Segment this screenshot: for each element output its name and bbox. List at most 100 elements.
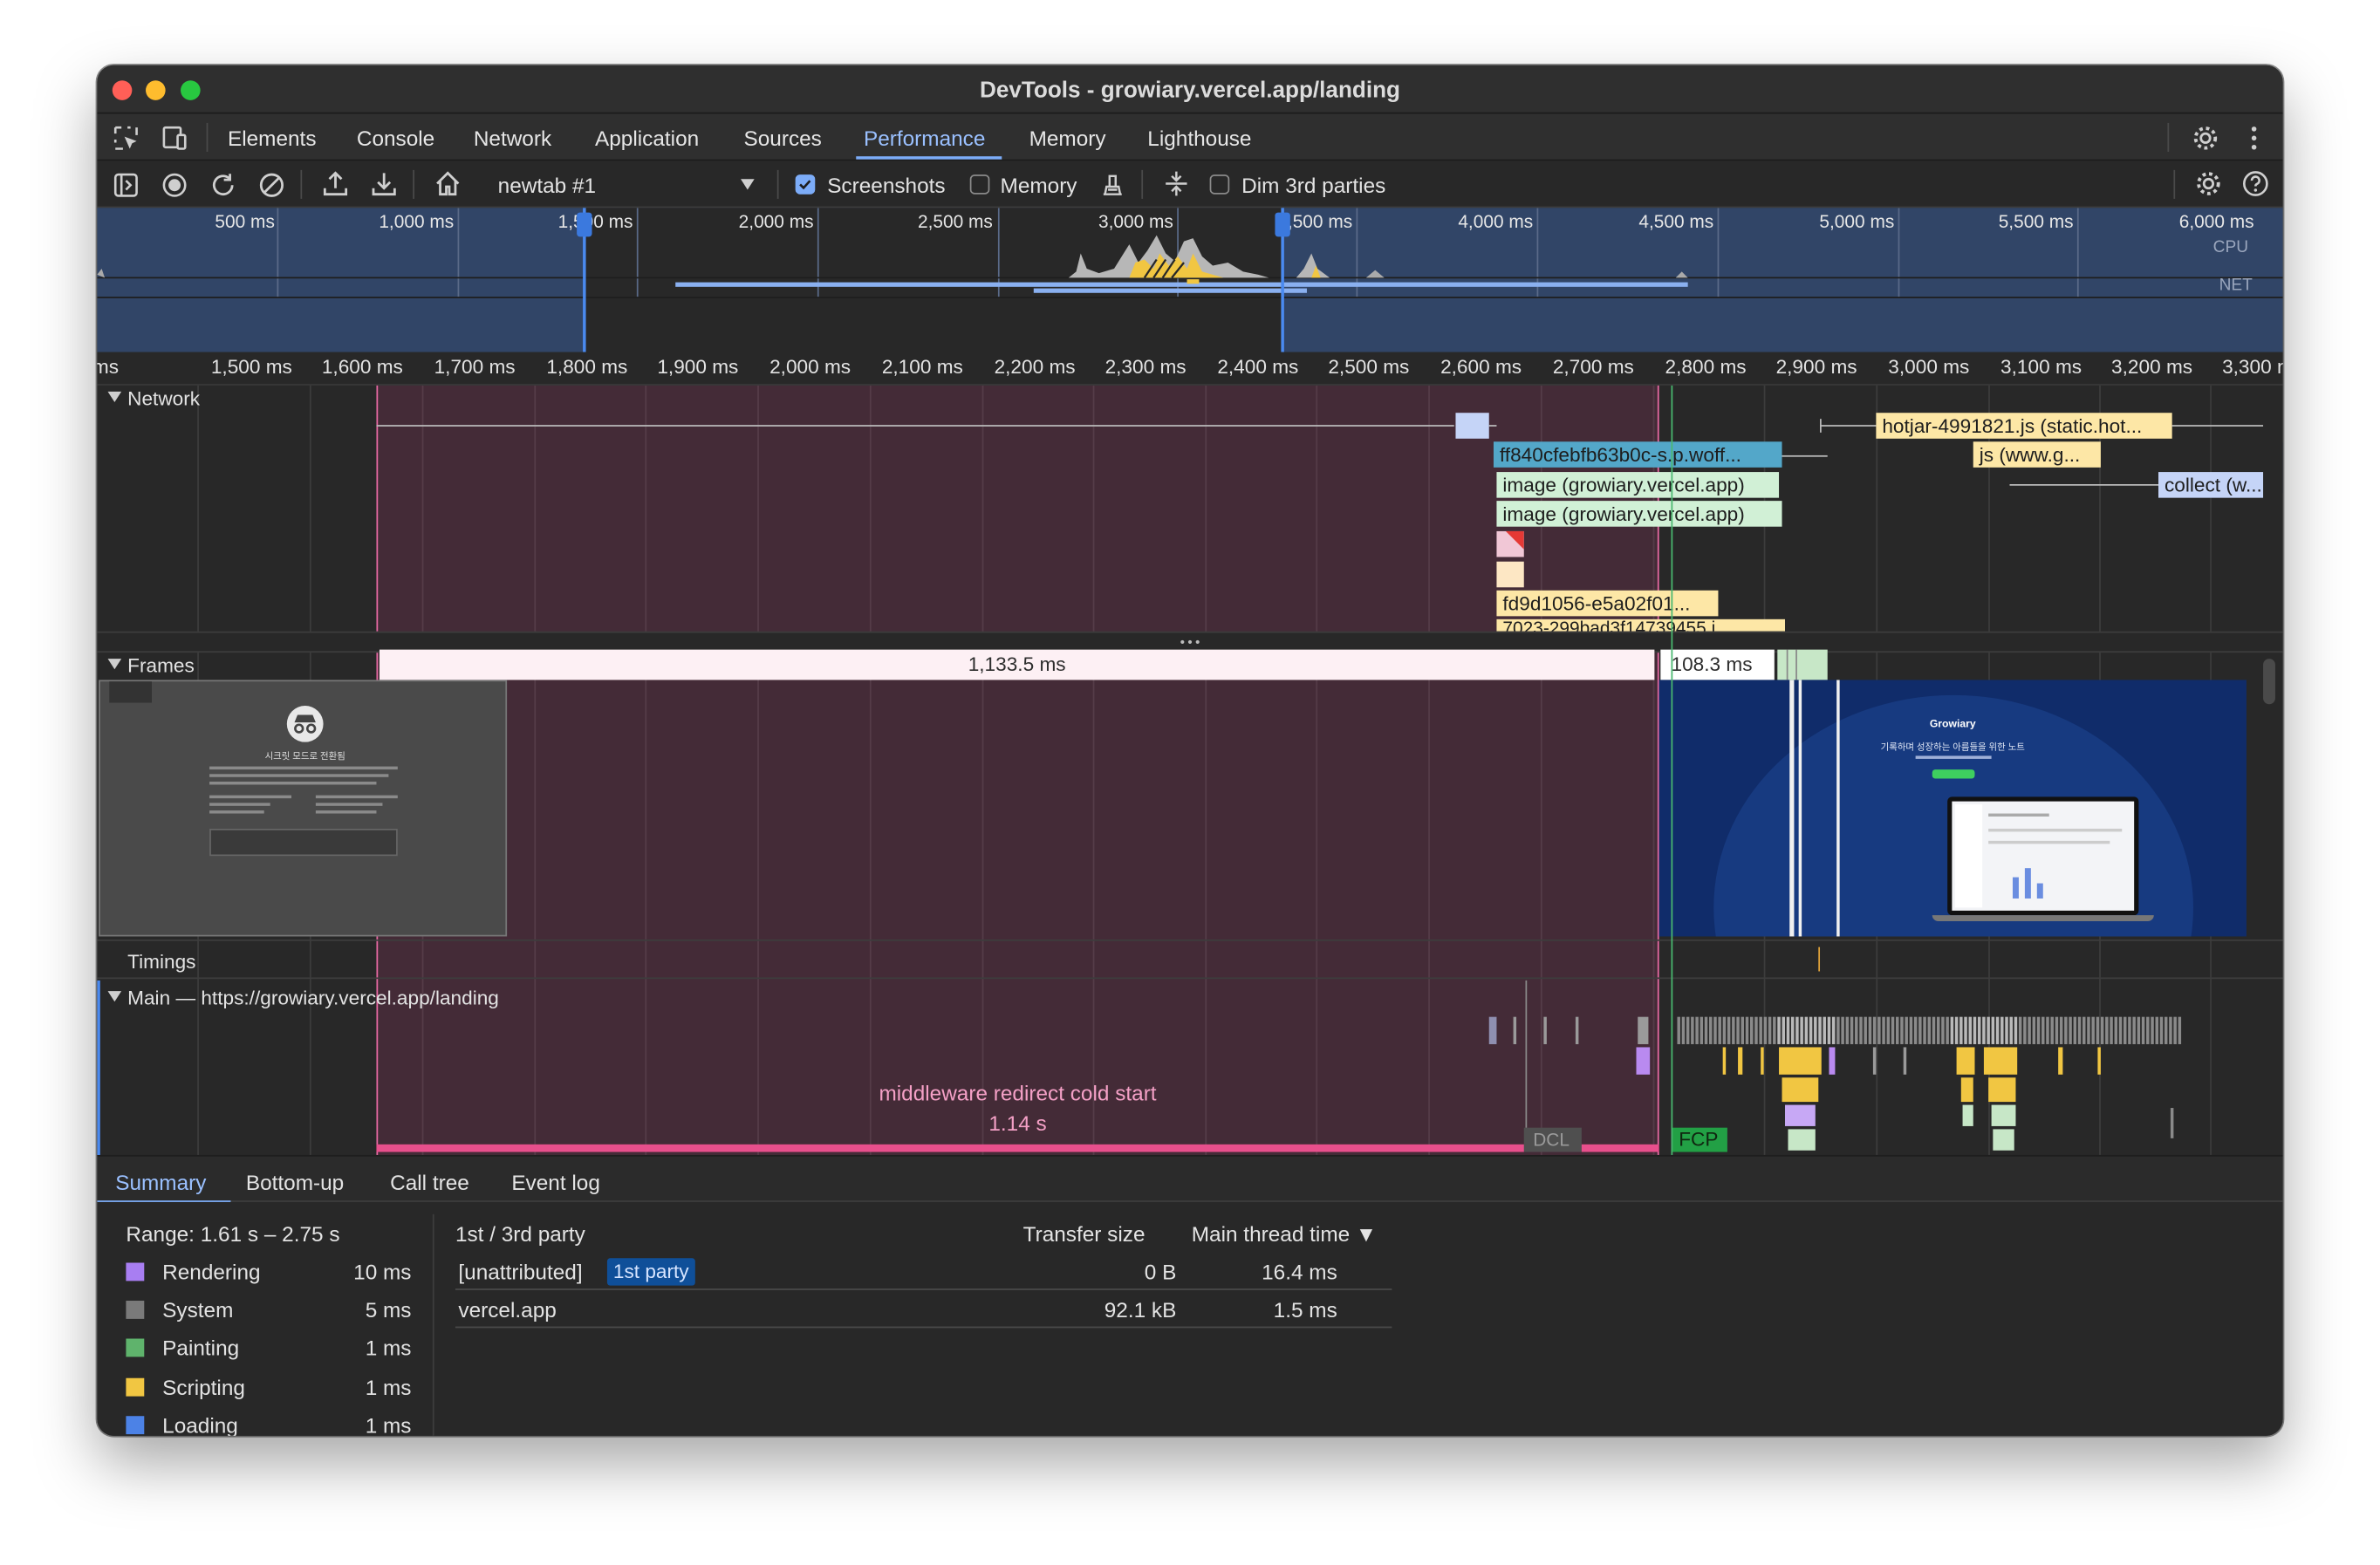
flame-event[interactable] xyxy=(1950,1016,1954,1044)
flame-event[interactable] xyxy=(1722,1016,1727,1044)
flame-event[interactable] xyxy=(2118,1016,2123,1044)
flame-event[interactable] xyxy=(1700,1016,1704,1044)
flame-event[interactable] xyxy=(1741,1016,1745,1044)
flame-event[interactable] xyxy=(1513,1016,1517,1044)
flame-event[interactable] xyxy=(1785,1104,1816,1126)
flame-event[interactable] xyxy=(1905,1016,1908,1044)
flame-event[interactable] xyxy=(2114,1016,2118,1044)
flame-event[interactable] xyxy=(1786,1016,1790,1044)
capture-settings-icon[interactable] xyxy=(2195,170,2222,197)
frame-duration-bar[interactable]: 1,133.5 ms xyxy=(379,649,1655,680)
tab-event-log[interactable]: Event log xyxy=(511,1170,600,1194)
timeline-overview[interactable]: 500 ms 1,000 ms 1,500 ms 2,000 ms 2,500 … xyxy=(97,208,2283,494)
frame-duration-bar[interactable]: 108.3 ms xyxy=(1660,649,1775,680)
flame-event[interactable] xyxy=(2028,1016,2031,1044)
network-track-expand-icon[interactable] xyxy=(107,390,122,404)
tab-summary[interactable]: Summary xyxy=(115,1170,206,1194)
more-options-icon[interactable] xyxy=(2240,125,2267,152)
flame-event[interactable] xyxy=(2032,1016,2036,1044)
clear-icon[interactable] xyxy=(258,172,285,199)
flame-event[interactable] xyxy=(1681,1016,1686,1044)
flame-event[interactable] xyxy=(1831,1016,1836,1044)
flame-event[interactable] xyxy=(2141,1016,2145,1044)
flame-event[interactable] xyxy=(2073,1016,2077,1044)
flame-event[interactable] xyxy=(1900,1016,1904,1044)
flame-event[interactable] xyxy=(1896,1016,1899,1044)
flame-event[interactable] xyxy=(1718,1016,1721,1044)
flame-event[interactable] xyxy=(1836,1016,1840,1044)
flame-event[interactable] xyxy=(1779,1047,1822,1075)
flame-event[interactable] xyxy=(2097,1047,2101,1075)
flame-event[interactable] xyxy=(1809,1016,1813,1044)
dim-3rd-parties-checkbox[interactable] xyxy=(1209,174,1230,195)
flame-event[interactable] xyxy=(1983,1047,2018,1075)
collapse-tracks-icon[interactable] xyxy=(1163,170,1190,197)
flame-event[interactable] xyxy=(1695,1016,1699,1044)
garbage-collect-icon[interactable] xyxy=(1099,170,1126,197)
network-request-script[interactable]: 7023-299bad3f14739455.j... xyxy=(1496,618,1786,632)
flame-event[interactable] xyxy=(2173,1016,2177,1044)
flame-event[interactable] xyxy=(1829,1047,1836,1075)
tab-console[interactable]: Console xyxy=(357,126,434,150)
network-request-image[interactable]: image (growiary.vercel.app) xyxy=(1496,501,1782,527)
flame-event[interactable] xyxy=(1773,1016,1776,1044)
network-request-image[interactable]: image (growiary.vercel.app) xyxy=(1496,472,1780,498)
frame-bar-small[interactable] xyxy=(1777,649,1828,680)
flame-event[interactable] xyxy=(1638,1016,1649,1044)
settings-gear-icon[interactable] xyxy=(2192,125,2219,152)
device-toolbar-icon[interactable] xyxy=(161,125,188,152)
network-request-small[interactable] xyxy=(1496,561,1524,588)
screenshots-checkbox[interactable] xyxy=(795,174,816,195)
flame-event[interactable] xyxy=(1827,1016,1831,1044)
flame-event[interactable] xyxy=(1995,1016,2000,1044)
flame-event[interactable] xyxy=(2159,1016,2164,1044)
frame-screenshot-landing[interactable]: Growiary 기록하며 성장하는 아름들을 위한 노트 xyxy=(1658,680,2247,937)
flame-event[interactable] xyxy=(2137,1016,2141,1044)
flame-event[interactable] xyxy=(2064,1016,2068,1044)
tab-memory[interactable]: Memory xyxy=(1029,126,1106,150)
flame-event[interactable] xyxy=(2058,1047,2063,1075)
flame-event[interactable] xyxy=(1932,1016,1936,1044)
flame-event[interactable] xyxy=(2018,1016,2022,1044)
selection-right-grip[interactable] xyxy=(1275,212,1290,237)
flame-event[interactable] xyxy=(1727,1016,1731,1044)
flame-event[interactable] xyxy=(1872,1016,1877,1044)
flame-event[interactable] xyxy=(1956,1047,1975,1075)
drag-handle-icon[interactable] xyxy=(1180,639,1200,645)
flame-event[interactable] xyxy=(1968,1016,1973,1044)
flame-event[interactable] xyxy=(1855,1016,1858,1044)
annotation-range-bar[interactable] xyxy=(376,1144,1659,1152)
flame-event[interactable] xyxy=(1636,1047,1651,1075)
flame-event[interactable] xyxy=(1991,1104,2016,1126)
flame-event[interactable] xyxy=(1909,1016,1913,1044)
flame-event[interactable] xyxy=(2100,1016,2104,1044)
tab-elements[interactable]: Elements xyxy=(228,126,317,150)
tab-sources[interactable]: Sources xyxy=(744,126,822,150)
flame-event[interactable] xyxy=(2046,1016,2049,1044)
flame-event[interactable] xyxy=(1738,1047,1743,1075)
flame-event[interactable] xyxy=(1818,1016,1822,1044)
transfer-column-header[interactable]: Transfer size xyxy=(1023,1222,1146,1247)
flame-event[interactable] xyxy=(2059,1016,2063,1044)
download-icon[interactable] xyxy=(371,170,398,197)
flame-event[interactable] xyxy=(1788,1129,1816,1151)
flame-event[interactable] xyxy=(1823,1016,1826,1044)
flame-event[interactable] xyxy=(1722,1047,1727,1075)
network-request-font[interactable]: ff840cfebfb63b0c-s.p.woff... xyxy=(1493,441,1782,468)
flame-event[interactable] xyxy=(2096,1016,2100,1044)
flame-event[interactable] xyxy=(2023,1016,2027,1044)
flame-event[interactable] xyxy=(1941,1016,1945,1044)
flame-event[interactable] xyxy=(1782,1016,1786,1044)
flame-event[interactable] xyxy=(2110,1016,2113,1044)
flame-event[interactable] xyxy=(1575,1016,1579,1044)
flame-event[interactable] xyxy=(1768,1016,1772,1044)
flame-event[interactable] xyxy=(2169,1016,2172,1044)
flame-event[interactable] xyxy=(1841,1016,1844,1044)
selection-left-grip[interactable] xyxy=(577,212,592,237)
main-thread-column-header[interactable]: Main thread time ▼ xyxy=(1192,1222,1377,1247)
tab-performance[interactable]: Performance xyxy=(864,126,985,150)
flame-event[interactable] xyxy=(1754,1016,1758,1044)
chevron-down-icon[interactable] xyxy=(739,178,756,192)
flame-event[interactable] xyxy=(2105,1016,2109,1044)
main-track-label[interactable]: Main — https://growiary.vercel.app/landi… xyxy=(127,987,499,1009)
